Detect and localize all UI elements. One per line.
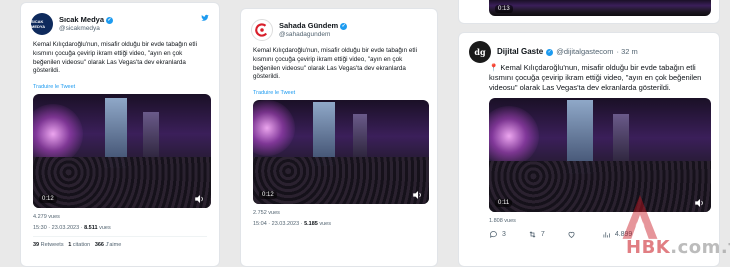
video-timecode: 0:12	[259, 191, 277, 200]
tweet-card-sicak-medya[interactable]: SICAK MEDYA Sıcak Medya ✓ @sicakmedya Ke…	[20, 2, 220, 267]
tweet-date[interactable]: 15:04 · 23.03.2023 ·	[253, 221, 304, 227]
volume-icon[interactable]	[413, 191, 423, 200]
building	[143, 112, 159, 163]
views-label: vues	[317, 221, 331, 228]
video-views: 4.279 vues	[33, 214, 60, 221]
sahada-logo-icon	[255, 23, 268, 37]
avatar[interactable]	[251, 19, 273, 41]
avatar[interactable]: dg	[469, 41, 491, 63]
author-name-text[interactable]: Sıcak Medya	[59, 15, 104, 25]
quote-label[interactable]: citation	[71, 242, 90, 248]
translate-link[interactable]: Traduire le Tweet	[21, 76, 219, 90]
screenshot-canvas: SICAK MEDYA Sıcak Medya ✓ @sicakmedya Ke…	[0, 0, 730, 267]
stage-light	[33, 104, 83, 165]
video-player[interactable]: 0:12	[33, 94, 211, 209]
engagement-counts: 39 Retweets 1 citation 366 J'aime	[21, 237, 219, 248]
translate-link[interactable]: Traduire le Tweet	[241, 82, 437, 96]
author-name-text[interactable]: Sahada Gündem	[279, 21, 338, 31]
retweet-count: 7	[540, 231, 545, 239]
crowd	[253, 157, 429, 205]
video-views: 2.752 vues	[253, 210, 280, 217]
like-count[interactable]: 366	[95, 242, 104, 248]
like-label[interactable]: J'aime	[104, 242, 122, 248]
tweet-header: SICAK MEDYA Sıcak Medya ✓ @sicakmedya	[21, 3, 219, 35]
building	[613, 114, 629, 167]
video-player[interactable]: 0:13	[489, 0, 711, 16]
retweet-icon	[529, 231, 536, 238]
watermark-text: HBK.com.tr	[626, 237, 730, 258]
reply-icon	[489, 231, 497, 239]
stage-light	[489, 106, 539, 167]
author-handle[interactable]: @sahadagundem	[279, 31, 347, 38]
views-label: vues	[97, 225, 111, 232]
volume-icon[interactable]	[195, 195, 205, 204]
tweet-text: 📍 Kemal Kılıçdaroğlu'nun, misafir olduğu…	[489, 63, 702, 92]
video-timecode: 0:12	[39, 195, 57, 204]
reply-button[interactable]: 3	[489, 230, 506, 239]
views-count: 5.185	[304, 221, 318, 228]
tweet-header: Sahada Gündem ✓ @sahadagundem	[241, 9, 437, 41]
verified-badge-icon: ✓	[546, 48, 554, 56]
building	[353, 114, 367, 161]
reply-count: 3	[502, 231, 506, 239]
tweet-meta: 15:30 · 23.03.2023 · 8.511 vues	[21, 220, 219, 231]
author-handle[interactable]: @sicakmedya	[59, 25, 113, 32]
tweet-text: Kemal Kılıçdaroğlu'nun, misafir olduğu b…	[33, 41, 197, 75]
tweet-age[interactable]: · 32 m	[616, 47, 637, 57]
verified-badge-icon: ✓	[106, 16, 114, 24]
twitter-bird-icon[interactable]	[201, 14, 209, 22]
retweet-label[interactable]: Retweets	[39, 242, 64, 248]
views-count: 8.511	[84, 225, 98, 232]
video-player[interactable]: 0:12	[253, 100, 429, 205]
hbk-logo-icon	[622, 195, 658, 239]
retweet-button[interactable]: 7	[528, 230, 545, 239]
verified-badge-icon: ✓	[340, 22, 348, 30]
hbk-watermark: HBK.com.tr	[578, 193, 730, 263]
author-name[interactable]: Sahada Gündem ✓	[279, 21, 348, 31]
tweet-card-fragment: 0:13	[458, 0, 720, 24]
video-timecode: 0:13	[495, 5, 513, 13]
watermark-brand: HBK	[626, 237, 671, 258]
author-name[interactable]: Dijital Gaste	[497, 47, 543, 56]
tweet-text: Kemal Kılıçdaroğlu'nun, misafir olduğu b…	[253, 47, 417, 81]
tweet-date[interactable]: 15:30 · 23.03.2023 ·	[33, 225, 84, 231]
author-name[interactable]: Sıcak Medya ✓	[59, 15, 114, 25]
author-handle[interactable]: @dijitalgastecom	[556, 47, 613, 57]
avatar[interactable]: SICAK MEDYA	[31, 13, 53, 35]
crowd	[33, 156, 211, 209]
tweet-card-sahada-gundem[interactable]: Sahada Gündem ✓ @sahadagundem Kemal Kılı…	[240, 8, 438, 267]
stage-light	[253, 100, 295, 157]
heart-icon	[568, 232, 575, 239]
video-timecode: 0:11	[495, 199, 513, 208]
tweet-header: dg Dijital Gaste ✓ @dijitalgastecom · 32…	[459, 33, 719, 63]
tweet-meta: 15:04 · 23.03.2023 · 5.185 vues	[241, 216, 437, 227]
watermark-suffix: .com.tr	[670, 237, 730, 258]
